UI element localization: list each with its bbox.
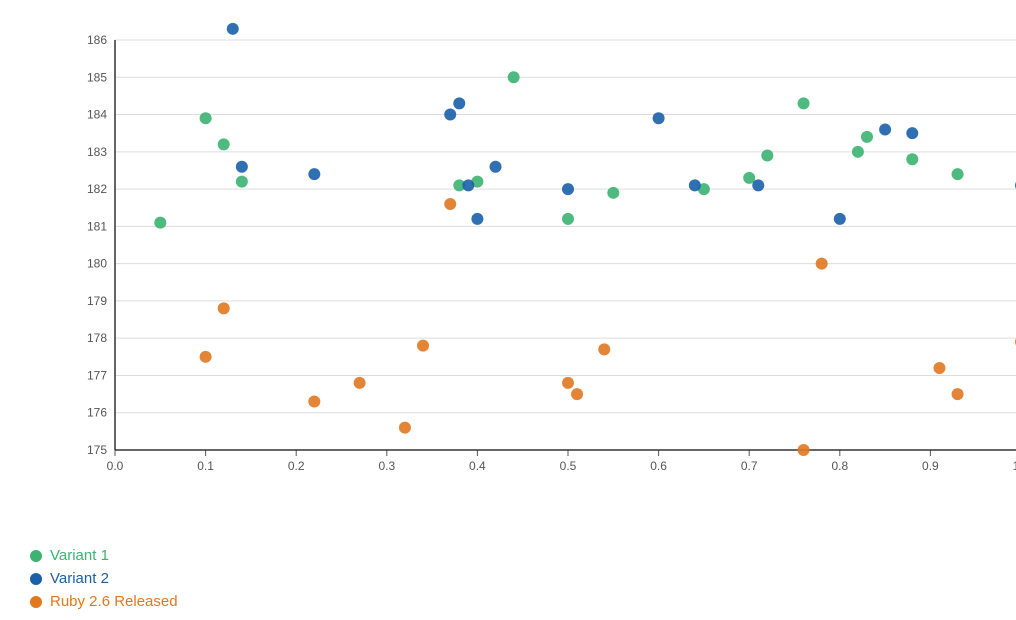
svg-text:0.6: 0.6 bbox=[650, 459, 667, 473]
svg-text:0.3: 0.3 bbox=[378, 459, 395, 473]
legend-dot-0 bbox=[30, 550, 42, 562]
svg-text:184: 184 bbox=[87, 108, 107, 122]
svg-text:0.4: 0.4 bbox=[469, 459, 486, 473]
svg-text:183: 183 bbox=[87, 145, 107, 159]
legend-item-2: Ruby 2.6 Released bbox=[30, 593, 178, 610]
svg-text:0.0: 0.0 bbox=[107, 459, 124, 473]
legend-label-0: Variant 1 bbox=[50, 547, 109, 564]
svg-text:181: 181 bbox=[87, 219, 107, 233]
svg-text:180: 180 bbox=[87, 257, 107, 271]
svg-text:176: 176 bbox=[87, 406, 107, 420]
svg-text:182: 182 bbox=[87, 182, 107, 196]
svg-text:0.1: 0.1 bbox=[197, 459, 214, 473]
svg-text:185: 185 bbox=[87, 70, 107, 84]
svg-text:0.5: 0.5 bbox=[560, 459, 577, 473]
svg-text:186: 186 bbox=[87, 33, 107, 47]
legend: Variant 1 Variant 2 Ruby 2.6 Released bbox=[30, 547, 178, 610]
legend-item-1: Variant 2 bbox=[30, 570, 178, 587]
chart-svg: 175 176 177 178 179 180 181 182 183 184 185 186 0.0 0… bbox=[60, 20, 986, 500]
legend-label-1: Variant 2 bbox=[50, 570, 109, 587]
chart-area: 175 176 177 178 179 180 181 182 183 184 185 186 0.0 0… bbox=[60, 20, 986, 500]
legend-label-2: Ruby 2.6 Released bbox=[50, 593, 178, 610]
svg-text:175: 175 bbox=[87, 443, 107, 457]
chart-container: 175 176 177 178 179 180 181 182 183 184 185 186 0.0 0… bbox=[0, 0, 1016, 620]
legend-item-0: Variant 1 bbox=[30, 547, 178, 564]
svg-text:178: 178 bbox=[87, 331, 107, 345]
svg-text:1.0: 1.0 bbox=[1013, 459, 1016, 473]
svg-text:0.8: 0.8 bbox=[831, 459, 848, 473]
svg-text:0.9: 0.9 bbox=[922, 459, 939, 473]
legend-dot-1 bbox=[30, 573, 42, 585]
svg-text:177: 177 bbox=[87, 368, 107, 382]
svg-text:0.7: 0.7 bbox=[741, 459, 758, 473]
legend-dot-2 bbox=[30, 596, 42, 608]
svg-text:0.2: 0.2 bbox=[288, 459, 305, 473]
svg-text:179: 179 bbox=[87, 294, 107, 308]
